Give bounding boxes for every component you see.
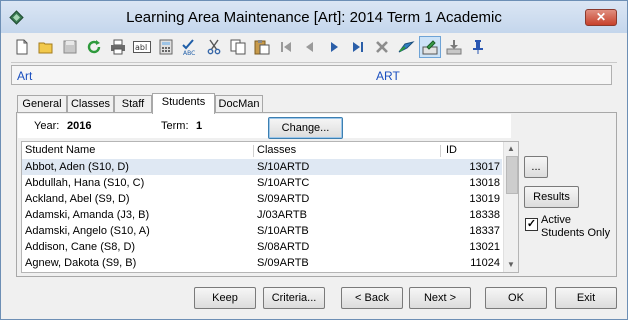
student-name-cell: Ackland, Abel (S9, D) [25,193,130,205]
import-icon[interactable] [443,36,465,58]
exit-button[interactable]: Exit [555,287,617,309]
active-students-only-label: Active Students Only [541,214,610,240]
record-header-bar: Art ART [11,65,612,85]
text-field-icon[interactable]: abl [131,36,153,58]
active-students-only-checkbox[interactable]: ✓ [525,218,538,231]
table-row[interactable]: Adamski, Angelo (S10, A) S/10ARTB 18337 [22,223,502,239]
refresh-icon[interactable] [83,36,105,58]
term-value: 1 [196,120,203,132]
pin-icon[interactable] [467,36,489,58]
year-term-strip: Year: 2016 Term: 1 [18,114,511,138]
table-row[interactable]: Agnew, Dakota (S9, B) S/09ARTB 11024 [22,255,502,271]
student-name-cell: Abdullah, Hana (S10, C) [25,177,145,189]
column-header-student-name[interactable]: Student Name [25,144,95,156]
classes-cell: J/03ARTB [257,209,307,221]
tab-docman[interactable]: DocMan [215,95,263,113]
id-cell: 13018 [469,177,500,189]
toolbar: abl ABC [11,34,611,60]
first-record-icon[interactable] [275,36,297,58]
previous-record-icon[interactable] [299,36,321,58]
table-row[interactable]: Adamski, Amanda (J3, B) J/03ARTB 18338 [22,207,502,223]
navigate-icon[interactable] [395,36,417,58]
tab-staff[interactable]: Staff [114,95,152,113]
year-value: 2016 [67,120,92,132]
close-button[interactable]: ✕ [585,9,617,26]
new-document-icon[interactable] [11,36,33,58]
classes-cell: S/10ARTB [257,225,309,237]
title-bar: Learning Area Maintenance [Art]: 2014 Te… [1,1,627,33]
student-name-cell: Addison, Cane (S8, D) [25,241,136,253]
classes-cell: S/10ARTC [257,177,310,189]
print-icon[interactable] [107,36,129,58]
keep-button[interactable]: Keep [194,287,256,309]
browse-button[interactable]: ... [524,156,548,178]
column-header-classes[interactable]: Classes [257,144,296,156]
id-cell: 13021 [469,241,500,253]
column-divider[interactable] [440,145,441,157]
student-name-cell: Agnew, Dakota (S9, B) [25,257,137,269]
vertical-scrollbar[interactable]: ▲ ▼ [503,142,518,272]
column-header-id[interactable]: ID [446,144,457,156]
spell-check-icon[interactable]: ABC [179,36,201,58]
scrollbar-thumb[interactable] [506,156,518,194]
svg-text:abl: abl [135,43,147,52]
copy-icon[interactable] [227,36,249,58]
year-label: Year: [34,120,60,132]
next-record-icon[interactable] [323,36,345,58]
student-name-cell: Adamski, Amanda (J3, B) [25,209,150,221]
students-grid: Student Name Classes ID Abbot, Aden (S10… [21,141,519,273]
criteria-button[interactable]: Criteria... [263,287,325,309]
student-name-cell: Adamski, Angelo (S10, A) [25,225,150,237]
term-label: Term: [161,120,189,132]
active-label-line2: Students Only [541,227,611,239]
calculator-icon[interactable] [155,36,177,58]
tab-general[interactable]: General [17,95,67,113]
id-cell: 13019 [469,193,500,205]
table-row[interactable]: Abbot, Aden (S10, D) S/10ARTD 13017 [22,159,502,175]
id-cell: 18338 [469,209,500,221]
classes-cell: S/08ARTD [257,241,310,253]
learning-area-name[interactable]: Art [17,69,32,83]
table-row[interactable]: Abdullah, Hana (S10, C) S/10ARTC 13018 [22,175,502,191]
scroll-up-icon[interactable]: ▲ [507,144,515,153]
classes-cell: S/09ARTB [257,257,309,269]
id-cell: 11024 [470,257,500,269]
ok-button[interactable]: OK [485,287,547,309]
svg-text:ABC: ABC [183,50,195,56]
classes-cell: S/09ARTD [257,193,310,205]
column-divider[interactable] [253,145,254,157]
edit-record-icon[interactable] [419,36,441,58]
last-record-icon[interactable] [347,36,369,58]
grid-header: Student Name Classes ID [22,142,502,159]
delete-icon[interactable] [371,36,393,58]
tab-classes[interactable]: Classes [67,95,114,113]
id-cell: 13017 [469,161,500,173]
window-title: Learning Area Maintenance [Art]: 2014 Te… [126,9,502,26]
learning-area-code[interactable]: ART [376,69,400,83]
save-icon[interactable] [59,36,81,58]
student-name-cell: Abbot, Aden (S10, D) [25,161,129,173]
table-row[interactable]: Ackland, Abel (S9, D) S/09ARTD 13019 [22,191,502,207]
tab-students[interactable]: Students [152,93,215,114]
open-folder-icon[interactable] [35,36,57,58]
results-button[interactable]: Results [524,186,579,208]
next-button[interactable]: Next > [409,287,471,309]
paste-icon[interactable] [251,36,273,58]
table-row[interactable]: Addison, Cane (S8, D) S/08ARTD 13021 [22,239,502,255]
classes-cell: S/10ARTD [257,161,310,173]
active-label-line1: Active [541,214,571,226]
toolbar-separator [11,62,617,63]
scroll-down-icon[interactable]: ▼ [507,260,515,269]
main-window: Learning Area Maintenance [Art]: 2014 Te… [0,0,628,320]
back-button[interactable]: < Back [341,287,403,309]
id-cell: 18337 [469,225,500,237]
change-button[interactable]: Change... [268,117,343,139]
cut-icon[interactable] [203,36,225,58]
